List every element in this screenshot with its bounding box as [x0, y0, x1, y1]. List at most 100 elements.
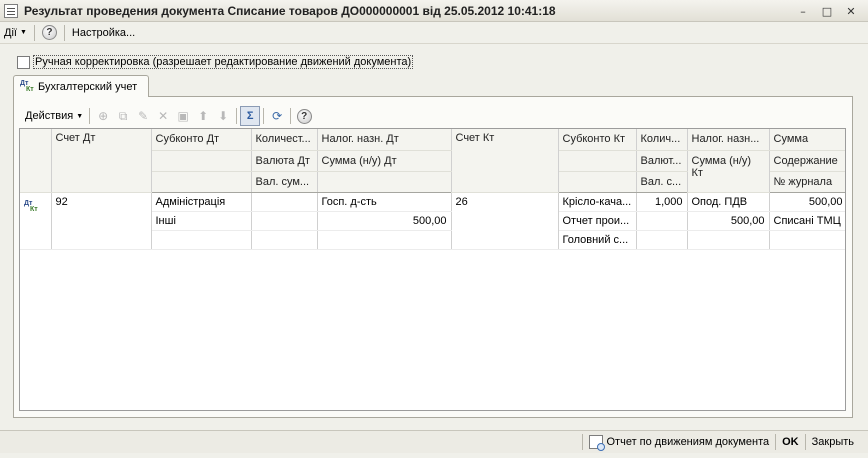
report-icon: [588, 435, 605, 451]
sum-icon[interactable]: Σ: [240, 106, 261, 126]
cell-quantity-dt[interactable]: [251, 192, 318, 212]
column-header-currency-kt[interactable]: Валют...: [636, 150, 688, 172]
cell-subconto-kt-1[interactable]: Крісло-кача...: [558, 192, 637, 212]
delete-row-icon[interactable]: ✕: [153, 106, 173, 126]
minimize-button[interactable]: –: [792, 3, 814, 19]
toolbar-separator: [89, 108, 91, 124]
row-icon-cell: Дт Кт: [20, 192, 52, 250]
move-up-icon[interactable]: ⬆: [193, 106, 213, 126]
help-button[interactable]: ?: [38, 23, 61, 43]
cell-sum-nu-kt[interactable]: 500,00: [687, 211, 770, 231]
cell-journal-no[interactable]: [769, 230, 845, 250]
actions-menu[interactable]: Дії ▼: [0, 23, 31, 43]
document-icon: [4, 3, 18, 18]
settings-menu-label: Настройка...: [71, 26, 136, 39]
entries-table: Счет Дт Субконто Дт Количест... Налог. н…: [20, 129, 845, 250]
cell-subconto-dt-3[interactable]: [151, 230, 252, 250]
cell-account-kt[interactable]: 26: [451, 192, 559, 250]
toolbar-help-button[interactable]: ?: [294, 106, 314, 126]
column-header-currency-dt[interactable]: Валюта Дт: [251, 150, 318, 172]
column-header-quantity-kt[interactable]: Колич...: [636, 129, 688, 151]
entries-grid[interactable]: Счет Дт Субконто Дт Количест... Налог. н…: [19, 128, 846, 411]
ok-button-label: OK: [782, 436, 799, 448]
column-header-subconto-kt[interactable]: Субконто Кт: [558, 129, 637, 151]
settings-menu[interactable]: Настройка...: [68, 23, 139, 43]
toolbar-actions-menu[interactable]: Действия ▼: [22, 110, 86, 122]
icon-column-header: [20, 129, 52, 193]
cell-currency-sum-dt[interactable]: [251, 230, 318, 250]
grid-toolbar: Действия ▼ ⊕ ⧉ ✎ ✕ ▣ ⬆ ⬇ Σ ⟳ ?: [22, 105, 314, 127]
refresh-icon[interactable]: ⟳: [267, 106, 287, 126]
toolbar-actions-label: Действия: [25, 110, 74, 122]
entries-body: Дт Кт 92 Адміністрація Госп. д-сть 26 Крі…: [20, 192, 845, 250]
accounting-panel: Действия ▼ ⊕ ⧉ ✎ ✕ ▣ ⬆ ⬇ Σ ⟳ ? Счет Дт С…: [13, 96, 853, 418]
toolbar-separator: [236, 108, 238, 124]
edit-row-icon[interactable]: ✎: [133, 106, 153, 126]
cell-subconto-kt-2[interactable]: Отчет прои...: [558, 211, 637, 231]
column-header-subconto-dt-2: [151, 150, 252, 172]
cell-sum-nu-dt[interactable]: 500,00: [317, 211, 452, 231]
copy-row-icon[interactable]: ⧉: [113, 106, 133, 126]
column-header-tax-purpose-dt[interactable]: Налог. назн. Дт: [317, 129, 452, 151]
column-header-account-dt[interactable]: Счет Дт: [51, 129, 152, 193]
ok-button[interactable]: OK: [776, 432, 805, 452]
command-bar: Отчет по движениям документа OK Закрыть: [0, 430, 868, 453]
save-icon[interactable]: ▣: [173, 106, 193, 126]
window-title: Результат проведения документа Списание …: [24, 3, 556, 18]
column-header-tax-purpose-kt[interactable]: Налог. назн...: [687, 129, 770, 151]
cell-tax-purpose-kt[interactable]: Опод. ПДВ: [687, 192, 770, 212]
cell-currency-sum-kt[interactable]: [636, 230, 688, 250]
cell-blank-dt: [317, 230, 452, 250]
cell-account-dt[interactable]: 92: [51, 192, 152, 250]
move-down-icon[interactable]: ⬇: [213, 106, 233, 126]
table-row[interactable]: Дт Кт 92 Адміністрація Госп. д-сть 26 Крі…: [20, 192, 845, 250]
column-header-content[interactable]: Содержание: [769, 150, 845, 172]
help-icon: ?: [296, 108, 312, 124]
tab-accounting[interactable]: Дт Кт Бухгалтерский учет: [13, 75, 149, 97]
menu-separator: [63, 24, 65, 41]
window-controls: – □ ✕: [792, 3, 862, 19]
menu-bar: Дії ▼ ? Настройка...: [0, 22, 868, 44]
column-header-quantity-dt[interactable]: Количест...: [251, 129, 318, 151]
cell-amount[interactable]: 500,00: [769, 192, 845, 212]
column-header-journal-no[interactable]: № журнала: [769, 171, 845, 193]
cell-quantity-kt[interactable]: 1,000: [636, 192, 688, 212]
maximize-button[interactable]: □: [816, 3, 838, 19]
report-button[interactable]: Отчет по движениям документа: [583, 432, 776, 452]
column-header-subconto-kt-2: [558, 150, 637, 172]
column-header-blank-dt: [317, 171, 452, 193]
title-bar: Результат проведения документа Списание …: [0, 0, 868, 22]
tab-accounting-label: Бухгалтерский учет: [38, 80, 138, 93]
column-header-amount[interactable]: Сумма: [769, 129, 845, 151]
cell-content[interactable]: Списані ТМЦ: [769, 211, 845, 231]
close-dialog-button[interactable]: Закрыть: [806, 432, 860, 452]
column-header-account-kt[interactable]: Счет Кт: [451, 129, 559, 193]
chevron-down-icon: ▼: [19, 29, 27, 36]
column-header-subconto-dt-3: [151, 171, 252, 193]
toolbar-separator: [290, 108, 292, 124]
actions-menu-label: Дії: [4, 26, 17, 39]
manual-correction-label[interactable]: Ручная корректировка (разрешает редактир…: [33, 55, 414, 69]
manual-correction-row: Ручная корректировка (разрешает редактир…: [17, 55, 414, 69]
report-button-label: Отчет по движениям документа: [606, 436, 770, 448]
close-button[interactable]: ✕: [840, 3, 862, 19]
column-header-sum-nu-dt[interactable]: Сумма (н/у) Дт: [317, 150, 452, 172]
cell-currency-kt[interactable]: [636, 211, 688, 231]
cell-subconto-dt-2[interactable]: Інші: [151, 211, 252, 231]
column-header-subconto-dt[interactable]: Субконто Дт: [151, 129, 252, 151]
cell-blank-kt: [687, 230, 770, 250]
debit-credit-icon: Дт Кт: [20, 79, 34, 93]
cell-currency-dt[interactable]: [251, 211, 318, 231]
cell-tax-purpose-dt[interactable]: Госп. д-сть: [317, 192, 452, 212]
help-icon: ?: [41, 25, 57, 40]
manual-correction-checkbox[interactable]: [17, 55, 30, 69]
column-header-subconto-kt-3: [558, 171, 637, 193]
column-header-currency-sum-dt[interactable]: Вал. сум...: [251, 171, 318, 193]
menu-separator: [33, 24, 35, 41]
cell-subconto-kt-3[interactable]: Головний с...: [558, 230, 637, 250]
chevron-down-icon: ▼: [76, 112, 84, 120]
column-header-sum-nu-kt[interactable]: Сумма (н/у) Кт: [687, 150, 770, 193]
add-row-icon[interactable]: ⊕: [93, 106, 113, 126]
cell-subconto-dt-1[interactable]: Адміністрація: [151, 192, 252, 212]
column-header-currency-sum-kt[interactable]: Вал. с...: [636, 171, 688, 193]
